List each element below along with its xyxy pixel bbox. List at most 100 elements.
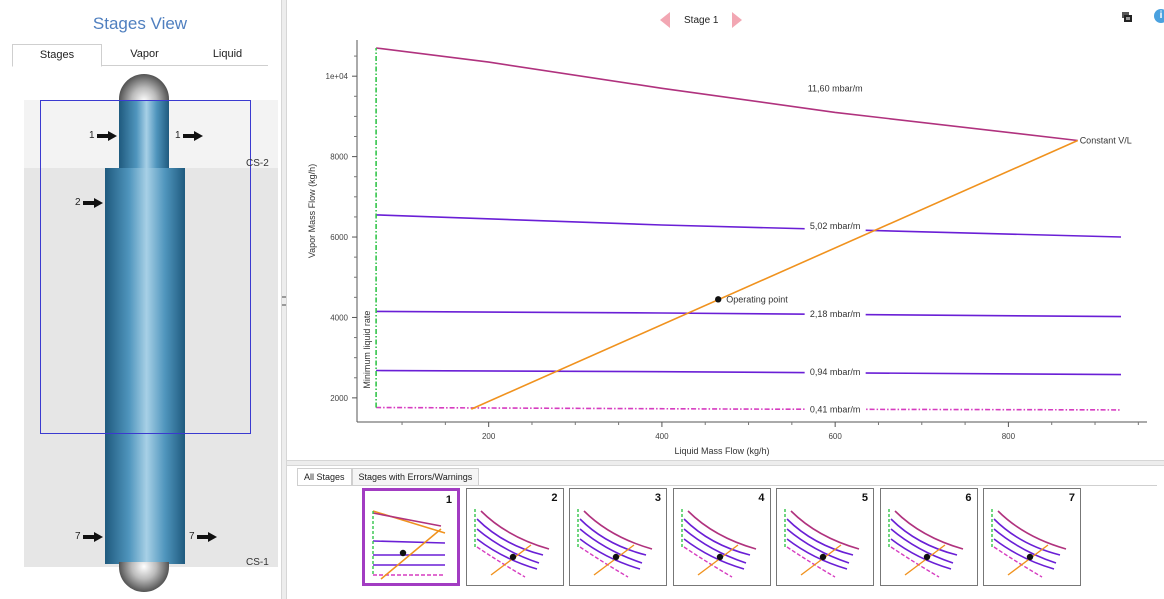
stream-1-left[interactable]: 1 xyxy=(89,130,117,141)
stage-thumbnail-1[interactable]: 1 xyxy=(362,488,460,586)
y-tick-label: 6000 xyxy=(330,233,348,242)
thumbnail-stage-number: 2 xyxy=(551,492,558,504)
export-image-icon[interactable] xyxy=(1121,11,1133,23)
thumbnail-chart xyxy=(887,509,963,578)
stages-view-tabs: Stages Vapor Liquid xyxy=(12,44,268,67)
thumb-line xyxy=(800,544,842,576)
thumb-line xyxy=(372,512,442,527)
thumb-line xyxy=(479,510,549,550)
stages-view-panel: Stages View Stages Vapor Liquid CS-2 CS-… xyxy=(0,0,280,599)
x-tick-label: 200 xyxy=(482,432,496,441)
thumbnail-stage-number: 7 xyxy=(1068,492,1075,504)
stage-navigator: Stage 1 xyxy=(660,10,743,30)
series-line xyxy=(376,406,1122,411)
stage-thumbnail-4[interactable]: 4 xyxy=(672,488,771,586)
series-line xyxy=(376,369,1122,376)
stage-thumbnail-7[interactable]: 7 xyxy=(983,488,1081,586)
tab-liquid[interactable]: Liquid xyxy=(187,44,268,66)
thumbnail-stage-number: 5 xyxy=(861,492,868,504)
thumb-line xyxy=(380,528,442,580)
y-tick-label: 1e+04 xyxy=(326,72,349,81)
previous-stage-icon[interactable] xyxy=(660,12,670,28)
stage-thumbnail-5[interactable]: 5 xyxy=(776,488,874,586)
stream-7-left[interactable]: 7 xyxy=(75,531,103,542)
series-label: 11,60 mbar/m xyxy=(808,83,863,93)
tab-vapor[interactable]: Vapor xyxy=(102,44,187,66)
column-bottom-head xyxy=(119,562,169,592)
stage-thumbnail-3[interactable]: 3 xyxy=(569,488,667,586)
thumb-line xyxy=(790,510,860,550)
next-stage-icon[interactable] xyxy=(732,12,743,28)
thumb-line xyxy=(993,538,1055,570)
y-tick-label: 8000 xyxy=(330,153,348,162)
arrow-right-icon xyxy=(82,197,103,208)
thumb-line xyxy=(1007,544,1049,576)
stream-label: 2 xyxy=(75,197,81,208)
stage-thumbnail-6[interactable]: 6 xyxy=(879,488,978,586)
x-tick-label: 800 xyxy=(1002,432,1016,441)
series-label: 0,94 mbar/m xyxy=(810,367,861,377)
arrow-right-icon xyxy=(196,531,217,542)
thumb-operating-point xyxy=(1026,553,1034,561)
thumb-line xyxy=(579,538,641,570)
series-line xyxy=(470,139,1079,410)
stage-thumbnail-2[interactable]: 2 xyxy=(465,488,564,586)
tab-divider xyxy=(297,485,1157,486)
series-label: Constant V/L xyxy=(1080,136,1132,146)
hydraulic-chart: 200 400 600 800 2000 4000 6000 8000 1e+04 Liquid … xyxy=(287,30,1164,460)
thumbnail-chart xyxy=(680,509,756,578)
thumb-line xyxy=(686,510,756,550)
series-label: 5,02 mbar/m xyxy=(810,221,861,231)
tab-stages[interactable]: Stages xyxy=(12,44,102,67)
thumb-line xyxy=(904,544,945,576)
y-tick-label: 4000 xyxy=(330,313,348,322)
operating-point-marker xyxy=(715,296,722,303)
stream-7-right[interactable]: 7 xyxy=(189,531,217,542)
stream-label: 1 xyxy=(175,130,181,141)
thumb-line xyxy=(786,538,848,570)
x-tick-label: 400 xyxy=(655,432,669,441)
thumb-line xyxy=(890,538,951,570)
tab-stages-with-errors[interactable]: Stages with Errors/Warnings xyxy=(351,468,480,486)
thumb-line xyxy=(490,544,531,576)
selected-stage-range xyxy=(40,100,251,434)
stream-1-right[interactable]: 1 xyxy=(175,130,203,141)
tab-all-stages[interactable]: All Stages xyxy=(297,468,352,486)
thumb-operating-point xyxy=(509,553,516,561)
arrow-right-icon xyxy=(96,130,117,141)
thumbnail-chart xyxy=(784,509,860,578)
stream-label: 7 xyxy=(189,531,195,542)
panel-title: Stages View xyxy=(92,14,188,33)
series-line xyxy=(376,214,1122,238)
stages-window: Stages View Stages Vapor Liquid CS-2 CS-… xyxy=(0,0,1164,599)
x-tick-label: 600 xyxy=(828,432,842,441)
stream-2-left[interactable]: 2 xyxy=(75,197,103,208)
y-axis-label: Vapor Mass Flow (kg/h) xyxy=(307,164,317,258)
series-line xyxy=(376,47,1078,142)
series-line xyxy=(376,310,1122,318)
thumb-operating-point xyxy=(923,553,930,561)
thumb-operating-point xyxy=(399,549,407,557)
thumbnail-chart xyxy=(577,509,653,578)
thumbnail-stage-number: 4 xyxy=(758,492,765,504)
thumb-line xyxy=(476,538,537,570)
thumbnail-stage-number: 1 xyxy=(445,494,452,506)
stages-thumbnail-panel: All Stages Stages with Errors/Warnings 1… xyxy=(287,466,1164,599)
arrow-right-icon xyxy=(82,531,103,542)
arrow-right-icon xyxy=(182,130,203,141)
series-label: 2,18 mbar/m xyxy=(810,309,861,319)
thumbnail-chart xyxy=(473,509,549,578)
thumb-operating-point xyxy=(819,553,827,561)
stream-label: 1 xyxy=(89,130,95,141)
series-label: Minimum liquid rate xyxy=(362,311,372,389)
thumbnail-tabs: All Stages Stages with Errors/Warnings xyxy=(297,468,480,486)
thumb-line xyxy=(583,510,653,550)
thumb-line xyxy=(593,544,635,576)
thumb-line xyxy=(997,510,1067,550)
section-label-cs-2: CS-2 xyxy=(246,158,269,169)
thumb-line xyxy=(372,540,446,544)
thumb-operating-point xyxy=(716,553,723,561)
info-icon[interactable]: i xyxy=(1154,9,1164,23)
thumb-operating-point xyxy=(612,553,620,561)
thumb-line xyxy=(683,538,744,570)
